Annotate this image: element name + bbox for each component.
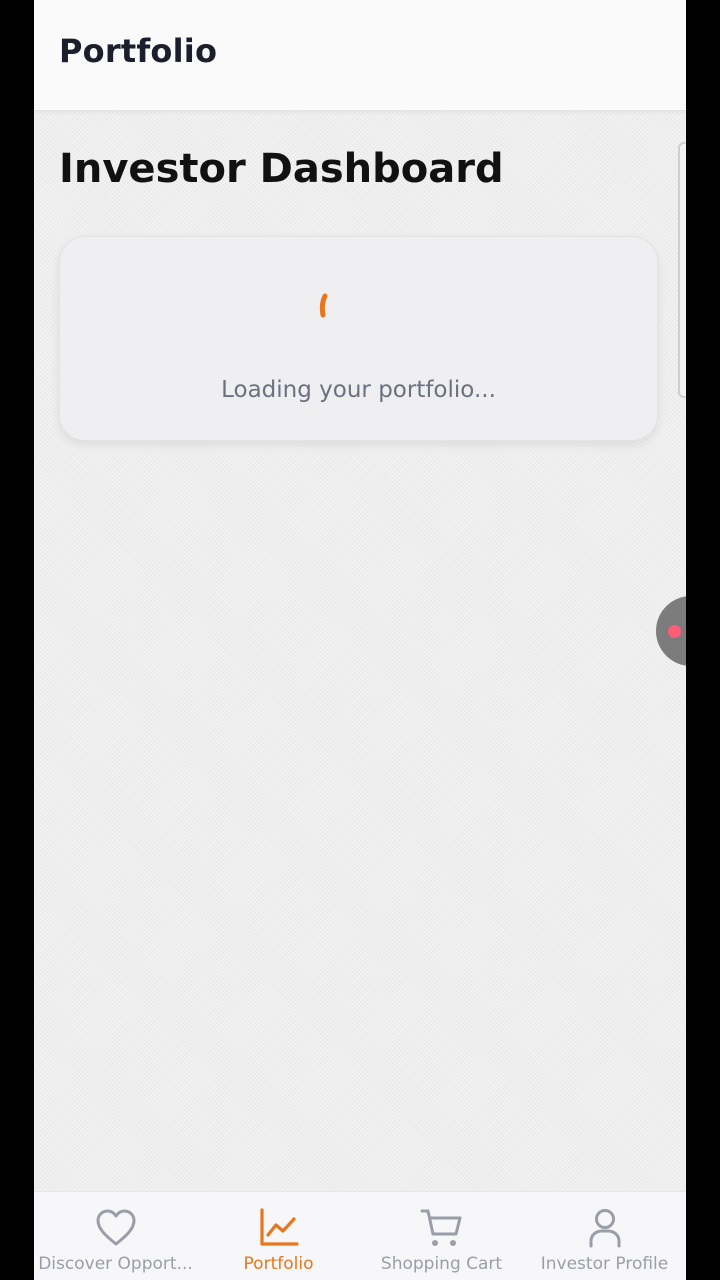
loading-spinner-icon	[319, 293, 328, 318]
page-title: Investor Dashboard	[59, 146, 504, 192]
bottom-navigation: Discover Opport... Portfolio Shopping Ca…	[34, 1191, 686, 1280]
nav-item-profile[interactable]: Investor Profile	[523, 1192, 686, 1280]
chart-line-icon	[260, 1208, 299, 1246]
user-icon	[589, 1209, 621, 1248]
cart-icon	[420, 1209, 462, 1246]
nav-label-discover: Discover Opport...	[38, 1254, 193, 1274]
nav-label-profile: Investor Profile	[540, 1254, 669, 1274]
nav-item-cart[interactable]: Shopping Cart	[360, 1192, 523, 1280]
nav-label-cart: Shopping Cart	[380, 1254, 503, 1274]
edge-panel-handle[interactable]	[678, 142, 686, 398]
app-screen: Portfolio Investor Dashboard Loading you…	[34, 0, 686, 1280]
nav-item-discover[interactable]: Discover Opport...	[34, 1192, 197, 1280]
record-indicator-icon	[668, 625, 681, 638]
nav-label-portfolio: Portfolio	[243, 1254, 314, 1274]
app-bar: Portfolio	[34, 0, 686, 111]
app-bar-title: Portfolio	[59, 32, 218, 70]
heart-icon	[96, 1209, 136, 1246]
loading-message: Loading your portfolio...	[221, 377, 496, 403]
loading-card: Loading your portfolio...	[59, 236, 658, 441]
floating-assistive-button[interactable]	[656, 596, 686, 666]
nav-item-portfolio[interactable]: Portfolio	[197, 1192, 360, 1280]
